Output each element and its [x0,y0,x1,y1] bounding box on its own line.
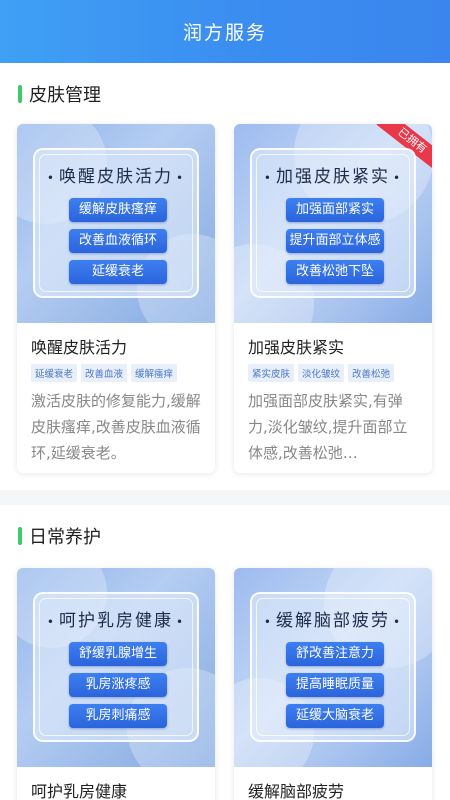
card-tag: 淡化皱纹 [298,364,345,382]
poster-benefit-pill: 缓解皮肤瘙痒 [69,198,167,222]
card-title: 唤醒皮肤活力 [31,338,128,357]
poster-benefit-pill: 提升面部立体感 [286,229,384,253]
section-title: 皮肤管理 [29,85,101,106]
poster-frame: • 加强皮肤紧实 • 加强面部紧实 提升面部立体感 改善松弛下坠 [250,148,416,298]
section-accent-bar [18,527,22,545]
card-title: 缓解脑部疲劳 [248,782,345,800]
card-tag: 延缓衰老 [31,364,78,382]
poster-frame: • 缓解脑部疲劳 • 舒改善注意力 提高睡眠质量 延缓大脑衰老 [250,592,416,742]
poster-benefit-pill: 乳房刺痛感 [69,704,167,728]
poster-benefit-pill: 舒改善注意力 [286,642,384,666]
service-card-breast-care[interactable]: • 呵护乳房健康 • 舒缓乳腺增生 乳房涨疼感 乳房刺痛感 呵护乳房健康 [17,568,215,800]
poster-title: • 加强皮肤紧实 • [263,167,403,187]
poster-benefit-pill: 改善血液循环 [69,229,167,253]
section-daily-care: 日常养护 • 呵护乳房健康 • 舒缓乳腺增生 乳房涨疼感 乳房刺痛感 呵护乳房健康 [0,505,450,800]
poster-title: • 唤醒皮肤活力 • [46,167,186,187]
section-header: 皮肤管理 [18,81,101,107]
card-tags: 延缓衰老 改善血液 缓解瘙痒 [31,364,178,382]
poster-benefit-pill: 舒缓乳腺增生 [69,642,167,666]
card-poster-image: 已拥有 • 加强皮肤紧实 • 加强面部紧实 提升面部立体感 改善松弛下坠 [234,124,432,323]
poster-frame: • 唤醒皮肤活力 • 缓解皮肤瘙痒 改善血液循环 延缓衰老 [33,148,199,298]
service-card-brain-fatigue[interactable]: • 缓解脑部疲劳 • 舒改善注意力 提高睡眠质量 延缓大脑衰老 缓解脑部疲劳 [234,568,432,800]
card-poster-image: • 呵护乳房健康 • 舒缓乳腺增生 乳房涨疼感 乳房刺痛感 [17,568,215,767]
card-tags: 紧实皮肤 淡化皱纹 改善松弛 [248,364,395,382]
card-tag: 缓解瘙痒 [131,364,178,382]
poster-benefit-pill: 改善松弛下坠 [286,260,384,284]
section-skin-care: 皮肤管理 • 唤醒皮肤活力 • 缓解皮肤瘙痒 改善血液循环 延缓衰老 唤醒皮肤活力 … [0,63,450,490]
card-poster-image: • 缓解脑部疲劳 • 舒改善注意力 提高睡眠质量 延缓大脑衰老 [234,568,432,767]
card-tag: 紧实皮肤 [248,364,295,382]
page-title: 润方服务 [182,22,267,44]
poster-benefit-pill: 延缓大脑衰老 [286,704,384,728]
app-header: 润方服务 [0,0,450,63]
card-poster-image: • 唤醒皮肤活力 • 缓解皮肤瘙痒 改善血液循环 延缓衰老 [17,124,215,323]
poster-benefit-pill: 乳房涨疼感 [69,673,167,697]
poster-title: • 缓解脑部疲劳 • [263,611,403,631]
section-header: 日常养护 [18,523,101,549]
poster-benefit-pill: 加强面部紧实 [286,198,384,222]
poster-benefit-pill: 提高睡眠质量 [286,673,384,697]
section-title: 日常养护 [29,527,101,548]
service-card-skin-firming[interactable]: 已拥有 • 加强皮肤紧实 • 加强面部紧实 提升面部立体感 改善松弛下坠 加强皮肤紧… [234,124,432,473]
card-description: 激活皮肤的修复能力,缓解皮肤瘙痒,改善皮肤血液循环,延缓衰老。 [31,392,201,462]
card-title: 加强皮肤紧实 [248,338,345,357]
card-tag: 改善血液 [81,364,128,382]
poster-benefit-pill: 延缓衰老 [69,260,167,284]
section-accent-bar [18,85,22,103]
card-description: 加强面部皮肤紧实,有弹力,淡化皱纹,提升面部立体感,改善松弛… [248,392,408,462]
poster-title: • 呵护乳房健康 • [46,611,186,631]
card-tag: 改善松弛 [348,364,395,382]
service-card-skin-vitality[interactable]: • 唤醒皮肤活力 • 缓解皮肤瘙痒 改善血液循环 延缓衰老 唤醒皮肤活力 延缓衰老 … [17,124,215,473]
poster-frame: • 呵护乳房健康 • 舒缓乳腺增生 乳房涨疼感 乳房刺痛感 [33,592,199,742]
card-title: 呵护乳房健康 [31,782,128,800]
